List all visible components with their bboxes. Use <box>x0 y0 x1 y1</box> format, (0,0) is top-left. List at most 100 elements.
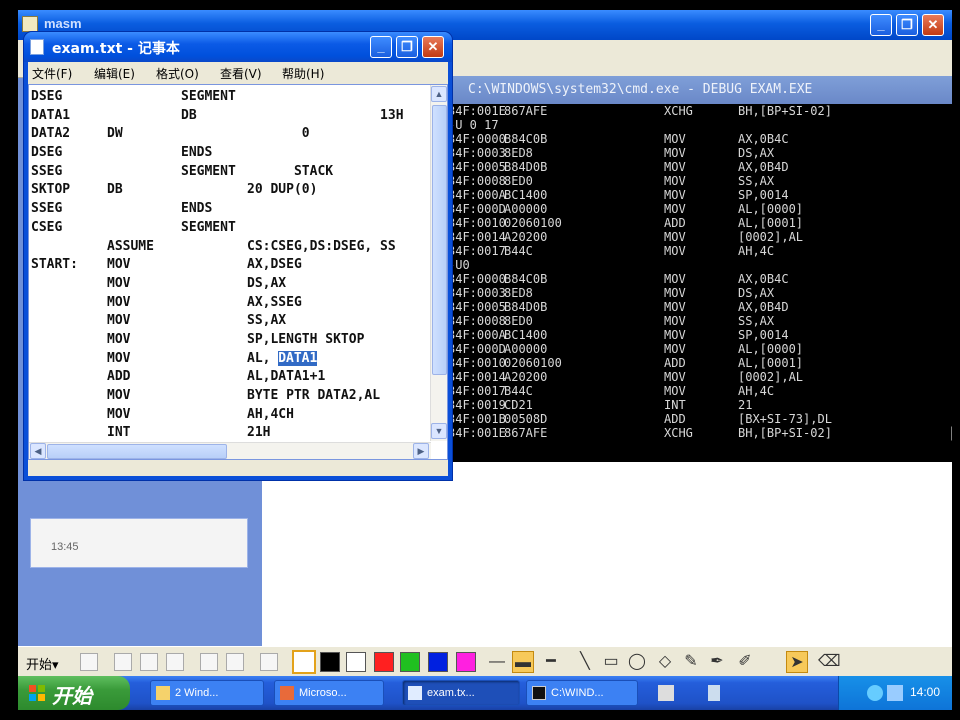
drawing-tool-icon[interactable]: ✎ <box>680 651 702 673</box>
toolbar-button[interactable] <box>260 653 278 671</box>
horizontal-scrollbar[interactable]: ◀ ▶ <box>29 442 431 459</box>
scroll-down-arrow-icon[interactable]: ▼ <box>431 423 447 439</box>
drawing-tool-icon[interactable]: — <box>486 651 508 673</box>
notepad-text-area[interactable]: DSEG SEGMENT DATA1 DB 13H DATA2 DW 0 DSEG ENDS S… <box>28 84 448 460</box>
notepad-token: MOV <box>107 350 131 366</box>
cmd-field: MOV <box>664 160 686 174</box>
notepad-token: ASSUME <box>107 238 154 254</box>
background-window-title: masm <box>44 16 82 31</box>
task-cmd[interactable]: C:\WIND... <box>526 680 638 706</box>
menu-format[interactable]: 格式(O) <box>156 65 199 82</box>
notepad-content[interactable]: DSEG SEGMENT DATA1 DB 13H DATA2 DW 0 DSEG ENDS S… <box>31 89 431 445</box>
drawing-tool-icon[interactable]: ⌫ <box>818 651 841 673</box>
toolbar-button[interactable] <box>140 653 158 671</box>
mouse-cursor-icon <box>950 424 952 444</box>
drawing-tool-icon[interactable]: ◇ <box>654 651 676 673</box>
cmd-field: DS,AX <box>738 286 775 300</box>
drawing-toolbar: 开始▾ — ▬ ━ ╲ ▭ ◯ ◇ ✎ ✒ ✐ ➤ ⌫ <box>18 646 952 676</box>
notepad-token: START: <box>31 257 78 273</box>
color-swatch[interactable] <box>456 652 476 672</box>
vertical-scroll-thumb[interactable] <box>432 105 447 375</box>
color-swatch[interactable] <box>292 650 316 674</box>
selected-text[interactable]: DATA1 <box>278 350 318 366</box>
cmd-field: MOV <box>664 244 686 258</box>
notepad-close-button[interactable]: ✕ <box>422 36 444 58</box>
cmd-line: 34F:0017 B44C MOV AH,4C <box>448 384 952 398</box>
color-swatch[interactable] <box>400 652 420 672</box>
notepad-token: 20 DUP(0) <box>247 182 318 198</box>
cmd-title-bar[interactable]: C:\WINDOWS\system32\cmd.exe - DEBUG EXAM… <box>448 76 952 104</box>
start-button[interactable]: 开始 <box>18 676 130 710</box>
notepad-maximize-button[interactable]: ❐ <box>396 36 418 58</box>
scroll-up-arrow-icon[interactable]: ▲ <box>431 86 447 102</box>
close-button[interactable]: ✕ <box>922 14 944 36</box>
cmd-field: 34F:0019 <box>448 398 506 412</box>
menu-help[interactable]: 帮助(H) <box>282 65 324 82</box>
cmd-window[interactable]: C:\WINDOWS\system32\cmd.exe - DEBUG EXAM… <box>448 76 952 462</box>
cmd-line: 34F:0014 A20200 MOV [0002],AL <box>448 370 952 384</box>
color-swatch[interactable] <box>320 652 340 672</box>
menu-edit[interactable]: 编辑(E) <box>94 65 135 82</box>
toolbar-button[interactable] <box>166 653 184 671</box>
notepad-title-bar[interactable]: exam.txt - 记事本 _ ❐ ✕ <box>24 32 452 62</box>
cmd-field: 8ED8 <box>504 286 533 300</box>
color-swatch[interactable] <box>428 652 448 672</box>
notepad-minimize-button[interactable]: _ <box>370 36 392 58</box>
menu-file[interactable]: 文件(F) <box>32 65 72 82</box>
network-icon[interactable] <box>887 685 903 701</box>
drawing-tool-icon[interactable]: ╲ <box>574 651 596 673</box>
notepad-token: SSEG <box>31 163 63 179</box>
vertical-scrollbar[interactable]: ▲ ▼ <box>430 85 447 441</box>
task-windows-explorer[interactable]: 2 Wind... <box>150 680 264 706</box>
system-tray: 14:00 <box>838 676 952 710</box>
drawing-tool-icon[interactable]: ━ <box>540 651 562 673</box>
drawbar-start-menu[interactable]: 开始▾ <box>26 654 59 673</box>
notepad-token: DSEG <box>31 89 63 104</box>
drawing-canvas[interactable] <box>262 462 952 650</box>
keyboard-icon[interactable] <box>658 685 674 701</box>
drawing-tool-icon[interactable]: ◯ <box>626 651 648 673</box>
task-microsoft-app[interactable]: Microso... <box>274 680 384 706</box>
notepad-line: SKTOP DB 20 DUP(0) <box>31 182 431 201</box>
language-icon[interactable] <box>708 685 720 701</box>
cmd-line: 34F:001B 00508D ADD [BX+SI-73],DL <box>448 412 952 426</box>
cmd-output[interactable]: 34F:001E 867AFE XCHG BH,[BP+SI-02] -U 0 17 34… <box>448 104 952 462</box>
horizontal-scroll-thumb[interactable] <box>47 444 227 459</box>
notepad-icon <box>30 39 44 55</box>
drawing-tool-icon[interactable]: ✒ <box>706 651 728 673</box>
cmd-field: MOV <box>664 146 686 160</box>
cmd-line: 34F:0003 8ED8 MOV DS,AX <box>448 146 952 160</box>
notepad-token: MOV <box>107 257 131 273</box>
cmd-field: SS,AX <box>738 174 775 188</box>
cmd-field: AX,0B4C <box>738 132 789 146</box>
restore-button[interactable]: ❐ <box>896 14 918 36</box>
toolbar-button[interactable] <box>226 653 244 671</box>
toolbar-button[interactable] <box>80 653 98 671</box>
notepad-token: 21H <box>247 425 271 441</box>
scroll-left-arrow-icon[interactable]: ◀ <box>30 443 46 459</box>
drawing-tool-icon[interactable]: ▬ <box>512 651 534 673</box>
cmd-field: 34F:0008 <box>448 174 506 188</box>
cmd-field: 34F:0000 <box>448 132 506 146</box>
cmd-field: [0002],AL <box>738 230 804 244</box>
notepad-token: CS:CSEG,DS:DSEG, SS <box>247 238 396 254</box>
task-notepad[interactable]: exam.tx... <box>402 680 520 706</box>
notepad-line: START: MOV AX,DSEG <box>31 257 431 276</box>
scroll-right-arrow-icon[interactable]: ▶ <box>413 443 429 459</box>
cmd-line: 34F:000A BC1400 MOV SP,0014 <box>448 188 952 202</box>
color-swatch[interactable] <box>374 652 394 672</box>
toolbar-button[interactable] <box>114 653 132 671</box>
notepad-window[interactable]: exam.txt - 记事本 _ ❐ ✕ 文件(F) 编辑(E) 格式(O) 查… <box>24 32 452 480</box>
cmd-field: AL,[0001] <box>738 356 804 370</box>
toolbar-button[interactable] <box>200 653 218 671</box>
color-swatch[interactable] <box>346 652 366 672</box>
notepad-token: DS,AX <box>247 275 287 291</box>
drawing-tool-icon[interactable]: ✐ <box>734 651 756 673</box>
tray-chevron-icon[interactable] <box>867 685 883 701</box>
notepad-token: AX,DSEG <box>247 257 302 273</box>
notepad-line: MOV SP,LENGTH SKTOP <box>31 332 431 351</box>
drawing-tool-icon[interactable]: ▭ <box>600 651 622 673</box>
drawing-tool-icon[interactable]: ➤ <box>786 651 808 673</box>
minimize-button[interactable]: _ <box>870 14 892 36</box>
menu-view[interactable]: 查看(V) <box>220 65 262 82</box>
